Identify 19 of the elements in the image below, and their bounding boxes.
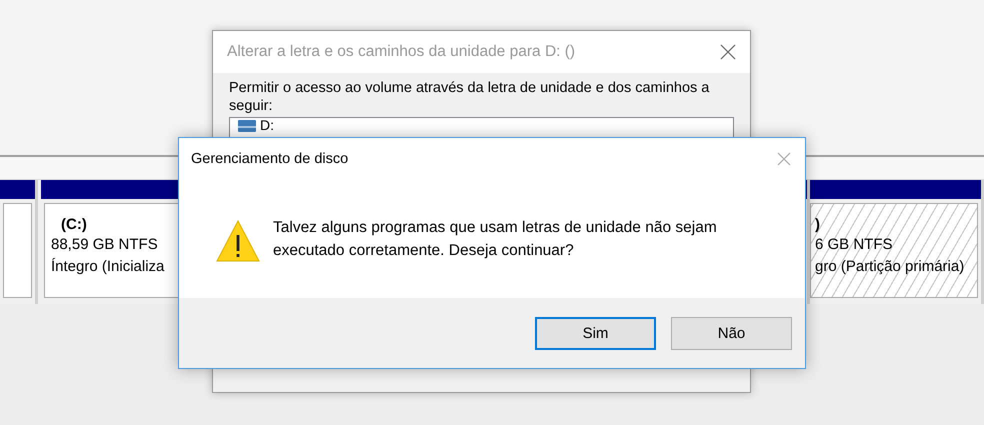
window-title: Alterar a letra e os caminhos da unidade para D: (): [227, 43, 576, 61]
drive-icon: [238, 120, 256, 132]
close-icon[interactable]: [720, 44, 736, 60]
partition-status: gro (Partição primária): [815, 257, 964, 277]
partition-block[interactable]: [3, 203, 32, 298]
partition-name: (C:): [60, 216, 87, 234]
partition-size: 6 GB NTFS: [815, 235, 893, 255]
partition-status: Íntegro (Inicializa: [51, 257, 164, 277]
message-text: Talvez alguns programas que usam letras de unidade não sejam executado corretamente. Deseja continuar?: [273, 218, 718, 261]
instruction-text: Permitir o acesso ao volume através da letra de unidade e dos caminhos a seguir:: [229, 79, 710, 115]
warning-icon: [215, 219, 261, 263]
partition-header: [0, 180, 35, 199]
partition-name: ): [815, 216, 820, 234]
partition-size: 88,59 GB NTFS: [51, 235, 158, 255]
dialog-button[interactable]: Sim: [535, 316, 656, 350]
window-title: Gerenciamento de disco: [191, 151, 348, 167]
path-item[interactable]: D:: [260, 118, 274, 133]
partition-block[interactable]: ) 6 GB NTFS gro (Partição primária): [810, 203, 978, 298]
dialog-button[interactable]: Não: [671, 316, 792, 350]
